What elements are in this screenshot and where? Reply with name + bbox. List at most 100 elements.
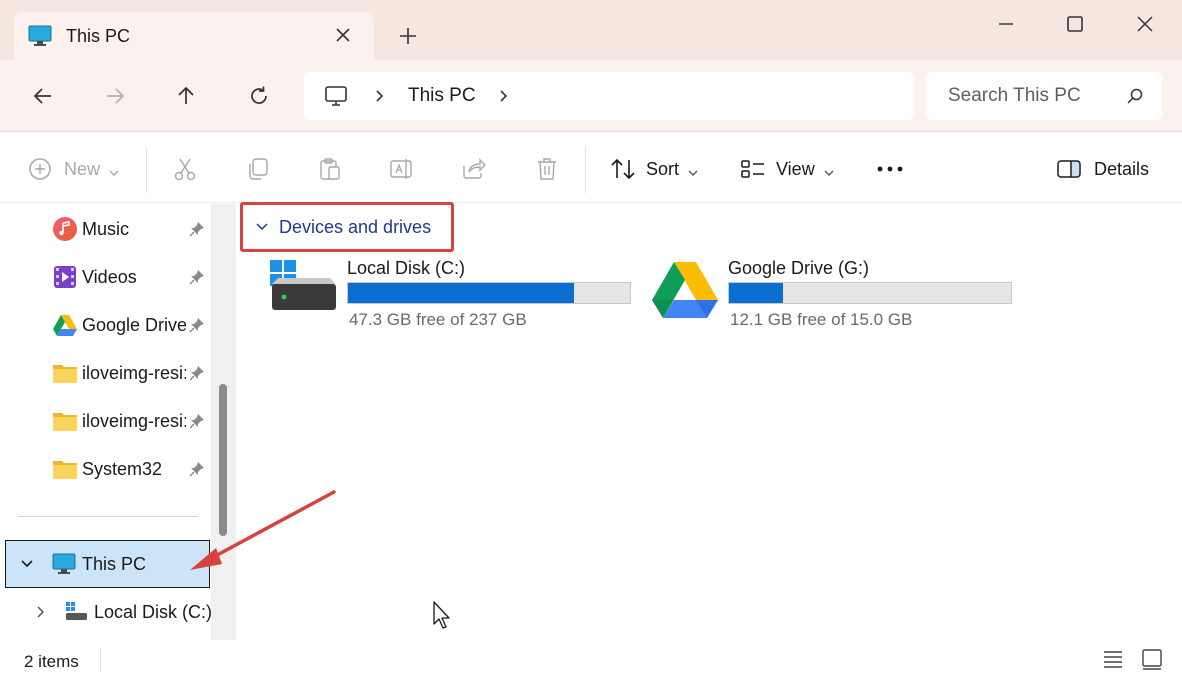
address-bar[interactable]: This PC <box>304 72 914 120</box>
pin-icon[interactable] <box>188 364 206 382</box>
group-header-devices-and-drives[interactable]: Devices and drives <box>240 202 454 252</box>
view-button[interactable]: View <box>740 153 835 185</box>
search-placeholder: Search This PC <box>948 85 1081 106</box>
status-separator <box>100 648 101 672</box>
chevron-down-icon <box>823 163 835 176</box>
toolbar-separator <box>585 147 586 193</box>
details-pane-icon <box>1056 156 1082 182</box>
drive-details: Google Drive (G:) 12.1 GB free of 15.0 G… <box>728 256 1018 336</box>
drive-item-google-drive[interactable]: Google Drive (G:) 12.1 GB free of 15.0 G… <box>651 256 1019 340</box>
monitor-icon <box>52 553 76 575</box>
forward-arrow-icon[interactable] <box>99 80 131 112</box>
folder-icon <box>52 408 78 434</box>
search-icon[interactable] <box>1126 87 1144 105</box>
drive-free-space: 47.3 GB free of 237 GB <box>349 310 527 329</box>
sort-icon <box>610 156 636 182</box>
annotation-arrow <box>190 490 336 570</box>
sidebar-item-label: This PC <box>82 554 147 574</box>
search-input[interactable]: Search This PC <box>926 72 1162 120</box>
sort-label: Sort <box>646 158 680 179</box>
drive-usage-bar <box>728 282 1012 304</box>
new-button[interactable]: New <box>28 153 120 185</box>
tab-title: This PC <box>66 25 131 46</box>
close-window-icon[interactable] <box>1121 8 1169 40</box>
sidebar-item-videos[interactable]: Videos <box>0 257 210 297</box>
chevron-down-icon[interactable] <box>20 557 34 571</box>
chevron-right-icon[interactable] <box>496 88 512 104</box>
drive-name: Google Drive (G:) <box>728 258 870 278</box>
sidebar-item-label: Google Drive <box>82 314 186 335</box>
chevron-right-icon[interactable] <box>372 88 388 104</box>
chevron-down-icon <box>687 163 699 176</box>
details-label: Details <box>1094 158 1150 179</box>
videos-icon <box>52 264 78 290</box>
folder-icon <box>52 456 78 482</box>
google-drive-icon <box>651 258 719 320</box>
hard-drive-icon <box>268 258 340 318</box>
chevron-right-icon[interactable] <box>34 605 48 619</box>
copy-icon[interactable] <box>245 153 271 185</box>
rename-icon[interactable] <box>389 153 415 185</box>
sidebar-item-label: iloveimg-resi: <box>82 362 186 383</box>
monitor-icon <box>28 25 52 47</box>
new-tab-icon[interactable] <box>396 24 420 48</box>
drive-usage-fill <box>729 283 783 303</box>
sidebar-item-label: Videos <box>82 266 137 287</box>
new-label: New <box>64 158 101 179</box>
sidebar-item-folder[interactable]: iloveimg-resi: <box>0 353 210 393</box>
drive-name: Local Disk (C:) <box>347 258 466 278</box>
sidebar-item-google-drive[interactable]: Google Drive <box>0 305 210 345</box>
pin-icon[interactable] <box>188 460 206 478</box>
drive-details: Local Disk (C:) 47.3 GB free of 237 GB <box>347 256 637 336</box>
drive-item-local-disk[interactable]: Local Disk (C:) 47.3 GB free of 237 GB <box>268 256 636 340</box>
status-bar: 2 items <box>0 640 1182 681</box>
item-count: 2 items <box>24 652 79 671</box>
more-options-icon[interactable] <box>876 153 904 185</box>
pin-icon[interactable] <box>188 220 206 238</box>
sidebar-item-music[interactable]: Music <box>0 209 210 249</box>
breadcrumb-this-pc[interactable]: This PC <box>408 85 476 107</box>
title-bar: This PC <box>0 0 1182 60</box>
close-tab-icon[interactable] <box>332 24 354 46</box>
navigation-bar: This PC Search This PC <box>0 60 1182 132</box>
back-arrow-icon[interactable] <box>27 80 59 112</box>
refresh-icon[interactable] <box>243 80 275 112</box>
sidebar-item-local-disk[interactable]: Local Disk (C:) <box>0 592 213 632</box>
drive-usage-bar <box>347 282 631 304</box>
pin-icon[interactable] <box>188 316 206 334</box>
command-bar: New Sort View Details <box>0 133 1182 203</box>
mouse-cursor-icon <box>433 601 450 629</box>
sidebar-item-label: System32 <box>82 458 163 479</box>
sidebar-item-label: iloveimg-resi: <box>82 410 186 431</box>
cut-icon[interactable] <box>172 153 198 185</box>
tab-this-pc[interactable]: This PC <box>14 12 374 60</box>
folder-icon <box>52 360 78 386</box>
pin-icon[interactable] <box>188 412 206 430</box>
google-drive-icon <box>52 312 78 338</box>
sort-button[interactable]: Sort <box>610 153 699 185</box>
view-label: View <box>776 158 815 179</box>
paste-icon[interactable] <box>317 153 343 185</box>
minimize-icon[interactable] <box>982 8 1030 40</box>
plus-circle-icon <box>28 157 52 181</box>
toolbar-separator <box>146 147 147 193</box>
view-list-icon <box>740 156 766 182</box>
large-icons-view-icon[interactable] <box>1141 648 1165 672</box>
delete-icon[interactable] <box>534 153 560 185</box>
computer-icon <box>324 84 348 108</box>
chevron-down-icon[interactable] <box>255 220 269 234</box>
drive-free-space: 12.1 GB free of 15.0 GB <box>730 310 913 329</box>
maximize-icon[interactable] <box>1051 8 1099 40</box>
sidebar-item-system32[interactable]: System32 <box>0 449 210 489</box>
sidebar-item-folder[interactable]: iloveimg-resi: <box>0 401 210 441</box>
chevron-down-icon <box>108 163 120 176</box>
up-arrow-icon[interactable] <box>170 80 202 112</box>
pin-icon[interactable] <box>188 268 206 286</box>
details-pane-button[interactable]: Details <box>1056 153 1149 185</box>
details-view-icon[interactable] <box>1102 648 1126 672</box>
file-list-pane: Devices and drives Local Disk (C:) 47.3 … <box>190 202 1182 640</box>
drive-usage-fill <box>348 283 574 303</box>
sidebar-item-label: Local Disk (C:) <box>94 601 213 622</box>
share-icon[interactable] <box>461 153 487 185</box>
music-icon <box>52 216 78 242</box>
